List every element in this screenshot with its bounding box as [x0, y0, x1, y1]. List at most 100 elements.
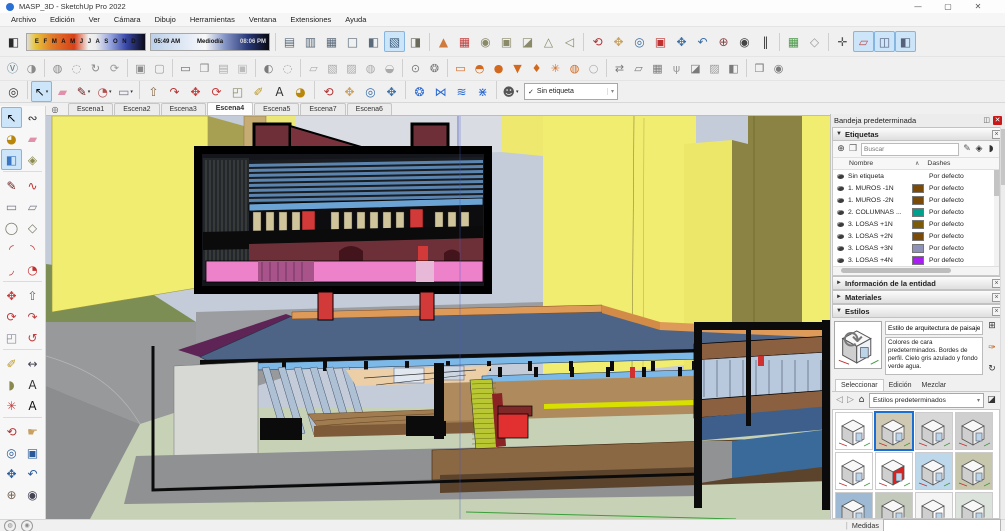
- styles-home-icon[interactable]: ⌂: [856, 396, 867, 405]
- tag-name[interactable]: 1. MUROS -2N: [848, 197, 912, 204]
- zoom-tool-icon[interactable]: ◎: [629, 31, 650, 52]
- add-detail-tool-icon[interactable]: △: [538, 31, 559, 52]
- tag-dashes[interactable]: Por defecto: [929, 185, 964, 192]
- eraser-tool-icon[interactable]: ▰: [22, 128, 43, 149]
- wireframe-style-icon[interactable]: ▦: [321, 31, 342, 52]
- previous-view-icon[interactable]: ↶: [692, 31, 713, 52]
- scene-tab-escena3[interactable]: Escena3: [160, 103, 206, 115]
- tag-color-icon[interactable]: ◈: [973, 144, 985, 154]
- polygon-tool-icon[interactable]: ◇: [22, 217, 43, 238]
- rotate-tool-icon[interactable]: ⟳: [1, 306, 22, 327]
- offset-tool-icon[interactable]: ↺: [22, 327, 43, 348]
- drape-tool-icon[interactable]: ◪: [517, 31, 538, 52]
- zoom-extents-tool-icon[interactable]: ✥: [671, 31, 692, 52]
- account-icon[interactable]: ☻ ▾: [500, 81, 521, 102]
- vray-image-viewer-icon[interactable]: ▤: [214, 59, 233, 78]
- styles-tab-edición[interactable]: Edición: [884, 380, 917, 391]
- tags-horizontal-scrollbar[interactable]: [833, 266, 999, 275]
- scene-tab-escena7[interactable]: Escena7: [300, 103, 346, 115]
- tags-vertical-scrollbar[interactable]: [994, 170, 999, 266]
- smoove-tool-icon[interactable]: ◉: [475, 31, 496, 52]
- tape-measure-tool-icon[interactable]: ✐: [248, 81, 269, 102]
- walk-tool-icon[interactable]: ‖: [755, 31, 776, 52]
- tag-color-swatch[interactable]: [912, 207, 924, 217]
- scene-tab-escena1[interactable]: Escena1: [68, 103, 114, 115]
- tag-row[interactable]: 3. LOSAS +3N Por defecto: [833, 242, 999, 254]
- display-section-cuts-icon[interactable]: ◫: [874, 31, 895, 52]
- text-tool-icon[interactable]: A: [22, 374, 43, 395]
- follow-me-tool-icon[interactable]: ↷: [164, 81, 185, 102]
- vray-mesh-light-icon[interactable]: ◍: [565, 59, 584, 78]
- toggle-terrain-icon[interactable]: ◇: [804, 31, 825, 52]
- shadow-time-slider[interactable]: 05:49 AM Mediodía 08:06 PM: [150, 32, 270, 51]
- menu-item-herramientas[interactable]: Herramientas: [183, 15, 242, 24]
- search-command-icon[interactable]: ◎: [3, 81, 24, 102]
- menu-item-ayuda[interactable]: Ayuda: [338, 15, 373, 24]
- vray-interactive-render-icon[interactable]: ↻: [86, 59, 105, 78]
- tag-dashes[interactable]: Por defecto: [929, 233, 964, 240]
- style-thumbnail[interactable]: [835, 452, 873, 490]
- styles-detail-icon[interactable]: ◪: [986, 396, 997, 405]
- zoom-extents-tool-icon[interactable]: ✥: [1, 463, 22, 484]
- tag-name[interactable]: 3. LOSAS +4N: [848, 257, 912, 264]
- tag-color-swatch[interactable]: [912, 219, 924, 229]
- orbit-tool-icon[interactable]: ⟲: [587, 31, 608, 52]
- vray-render-last-icon[interactable]: ◌: [67, 59, 86, 78]
- tag-row[interactable]: 1. MUROS -1N Por defecto: [833, 182, 999, 194]
- look-around-tool-icon[interactable]: ◉: [22, 484, 43, 505]
- vray-decal-icon[interactable]: ◧: [724, 59, 743, 78]
- tag-name[interactable]: Sin etiqueta: [848, 173, 912, 180]
- tag-color-swatch[interactable]: [912, 255, 924, 265]
- tag-row[interactable]: Sin etiqueta Por defecto: [833, 170, 999, 182]
- push-pull-tool-icon[interactable]: ⇧: [22, 285, 43, 306]
- line-tool-icon[interactable]: ✎: [1, 175, 22, 196]
- vray-tri-planar-icon[interactable]: ▨: [342, 59, 361, 78]
- scene-search-icon[interactable]: ◎: [52, 105, 59, 114]
- close-tray-icon[interactable]: ✕: [993, 116, 1002, 125]
- protractor-tool-icon[interactable]: ◗: [1, 374, 22, 395]
- tag-name[interactable]: 2. COLUMNAS ...: [848, 209, 912, 216]
- visibility-eye-icon[interactable]: [837, 209, 844, 215]
- vray-ies-light-icon[interactable]: ♦: [527, 59, 546, 78]
- vray-displacement-icon[interactable]: ▨: [705, 59, 724, 78]
- vray-region-render-icon[interactable]: ▢: [150, 59, 169, 78]
- vray-gpu-switch-icon[interactable]: ◐: [259, 59, 278, 78]
- vray-dome-uv-icon[interactable]: ◒: [380, 59, 399, 78]
- section-plane-tool-icon[interactable]: ▱: [853, 31, 874, 52]
- tag-dashes[interactable]: Por defecto: [929, 173, 964, 180]
- eraser-tool-icon[interactable]: ▰: [52, 81, 73, 102]
- move-tool-icon[interactable]: ✥: [1, 285, 22, 306]
- menu-item-ventana[interactable]: Ventana: [242, 15, 284, 24]
- tag-name[interactable]: 3. LOSAS +1N: [848, 221, 912, 228]
- tape-measure-tool-icon[interactable]: ✐: [1, 353, 22, 374]
- pan-tool-icon[interactable]: ☛: [22, 421, 43, 442]
- vray-denoiser-icon[interactable]: ◌: [278, 59, 297, 78]
- style-thumbnail[interactable]: [955, 412, 993, 450]
- vray-sphere-uv-icon[interactable]: ◍: [361, 59, 380, 78]
- tag-name[interactable]: 3. LOSAS +3N: [848, 245, 912, 252]
- style-thumbnail[interactable]: [915, 452, 953, 490]
- scale-tool-icon[interactable]: ◰: [227, 81, 248, 102]
- style-thumbnail[interactable]: [915, 492, 953, 518]
- vray-logo-icon[interactable]: Ⓥ: [3, 59, 22, 78]
- vray-render-icon[interactable]: ◍: [48, 59, 67, 78]
- scale-tool-icon[interactable]: ◰: [1, 327, 22, 348]
- create-new-style-icon[interactable]: ⊞: [986, 322, 998, 331]
- style-thumbnail[interactable]: [835, 412, 873, 450]
- add-tag-folder-icon[interactable]: ❒: [847, 144, 859, 154]
- rotate-tool-icon[interactable]: ⟳: [206, 81, 227, 102]
- vray-plane-uv-icon[interactable]: ▱: [304, 59, 323, 78]
- back-edges-style-icon[interactable]: ▥: [300, 31, 321, 52]
- entity-info-panel-header[interactable]: ► Información de la entidad ×: [832, 276, 1005, 290]
- style-thumbnail[interactable]: [875, 492, 913, 518]
- style-thumbnail[interactable]: [875, 452, 913, 490]
- update-style-icon[interactable]: ✑: [986, 343, 998, 353]
- tags-column-headers[interactable]: Nombre ∧ Dashes: [833, 157, 999, 170]
- style-description[interactable]: Colores de cara predeterminados. Bordes …: [885, 337, 983, 375]
- vray-infinite-plane-icon[interactable]: ▱: [629, 59, 648, 78]
- vray-update-proxy-icon[interactable]: ⟳: [105, 59, 124, 78]
- zoom-extents-tool-2-icon[interactable]: ✥: [381, 81, 402, 102]
- tag-row[interactable]: 3. LOSAS +1N Por defecto: [833, 218, 999, 230]
- tag-dashes[interactable]: Por defecto: [929, 221, 964, 228]
- pin-tray-icon[interactable]: ◫: [983, 117, 990, 124]
